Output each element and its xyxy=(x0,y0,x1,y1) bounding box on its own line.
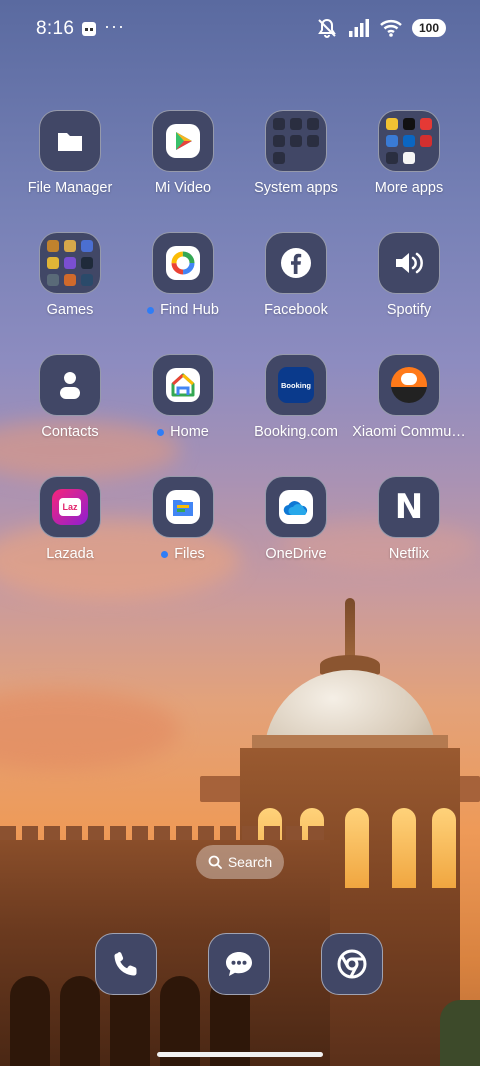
folder-more-apps[interactable]: More apps xyxy=(353,110,465,196)
app-home[interactable]: Home xyxy=(127,354,239,440)
battery-icon: 100 xyxy=(412,19,446,37)
messages-icon xyxy=(226,952,252,976)
folder-games[interactable]: Games xyxy=(14,232,126,318)
app-label: Contacts xyxy=(41,424,99,440)
notification-icon xyxy=(82,22,96,36)
home-icon xyxy=(152,354,214,416)
app-find-hub[interactable]: Find Hub xyxy=(127,232,239,318)
xiaomi-community-icon xyxy=(378,354,440,416)
app-label: Booking.com xyxy=(254,424,338,440)
new-install-dot xyxy=(161,550,169,558)
folder-grid-icon xyxy=(378,110,440,172)
app-label: OneDrive xyxy=(265,546,327,562)
app-label: Files xyxy=(174,546,205,562)
app-label: Lazada xyxy=(46,546,94,562)
app-label: Netflix xyxy=(388,546,430,562)
folder-grid-icon xyxy=(39,232,101,294)
app-facebook[interactable]: Facebook xyxy=(240,232,352,318)
mute-icon xyxy=(318,18,336,38)
status-bar: 8:16 ··· 100 xyxy=(0,0,480,60)
app-label: File Manager xyxy=(27,180,113,196)
app-label: Find Hub xyxy=(160,302,219,318)
app-label: More apps xyxy=(374,180,444,196)
app-label: Xiaomi Commu… xyxy=(353,424,465,440)
app-file-manager[interactable]: File Manager xyxy=(14,110,126,196)
folder-grid-icon xyxy=(265,110,327,172)
find-hub-icon xyxy=(152,232,214,294)
app-mi-video[interactable]: Mi Video xyxy=(127,110,239,196)
lazada-logo: Laz xyxy=(59,498,81,516)
signal-icon xyxy=(349,19,369,37)
phone-icon xyxy=(114,952,137,976)
app-contacts[interactable]: Contacts xyxy=(14,354,126,440)
lazada-icon: Laz xyxy=(39,476,101,538)
speaker-icon xyxy=(378,232,440,294)
folder-icon xyxy=(39,110,101,172)
app-netflix[interactable]: N Netflix xyxy=(353,476,465,562)
app-label: Games xyxy=(46,302,94,318)
app-onedrive[interactable]: OneDrive xyxy=(240,476,352,562)
app-label: Mi Video xyxy=(154,180,212,196)
app-xiaomi-community[interactable]: Xiaomi Commu… xyxy=(353,354,465,440)
home-gesture-bar[interactable] xyxy=(157,1052,323,1057)
new-install-dot xyxy=(147,306,155,314)
app-lazada[interactable]: Laz Lazada xyxy=(14,476,126,562)
app-label: System apps xyxy=(254,180,338,196)
play-icon xyxy=(152,110,214,172)
booking-icon: Booking xyxy=(265,354,327,416)
files-icon xyxy=(152,476,214,538)
app-booking[interactable]: Booking Booking.com xyxy=(240,354,352,440)
booking-logo: Booking xyxy=(278,367,314,403)
netflix-icon: N xyxy=(378,476,440,538)
app-spotify[interactable]: Spotify xyxy=(353,232,465,318)
netflix-logo: N xyxy=(394,487,424,527)
more-notifications-icon: ··· xyxy=(104,16,125,36)
person-icon xyxy=(39,354,101,416)
search-label: Search xyxy=(227,854,273,870)
facebook-icon xyxy=(265,232,327,294)
app-label: Facebook xyxy=(264,302,328,318)
dock-phone[interactable] xyxy=(95,933,157,995)
folder-system-apps[interactable]: System apps xyxy=(240,110,352,196)
app-files[interactable]: Files xyxy=(127,476,239,562)
onedrive-icon xyxy=(265,476,327,538)
clock: 8:16 xyxy=(36,18,75,39)
search-icon xyxy=(208,855,222,869)
app-label: Home xyxy=(170,424,209,440)
wifi-icon xyxy=(380,20,402,37)
new-install-dot xyxy=(157,428,165,436)
dock-messages[interactable] xyxy=(208,933,270,995)
app-label: Spotify xyxy=(386,302,432,318)
chrome-icon xyxy=(337,949,367,979)
search-button[interactable]: Search xyxy=(196,845,284,879)
dock-chrome[interactable] xyxy=(321,933,383,995)
